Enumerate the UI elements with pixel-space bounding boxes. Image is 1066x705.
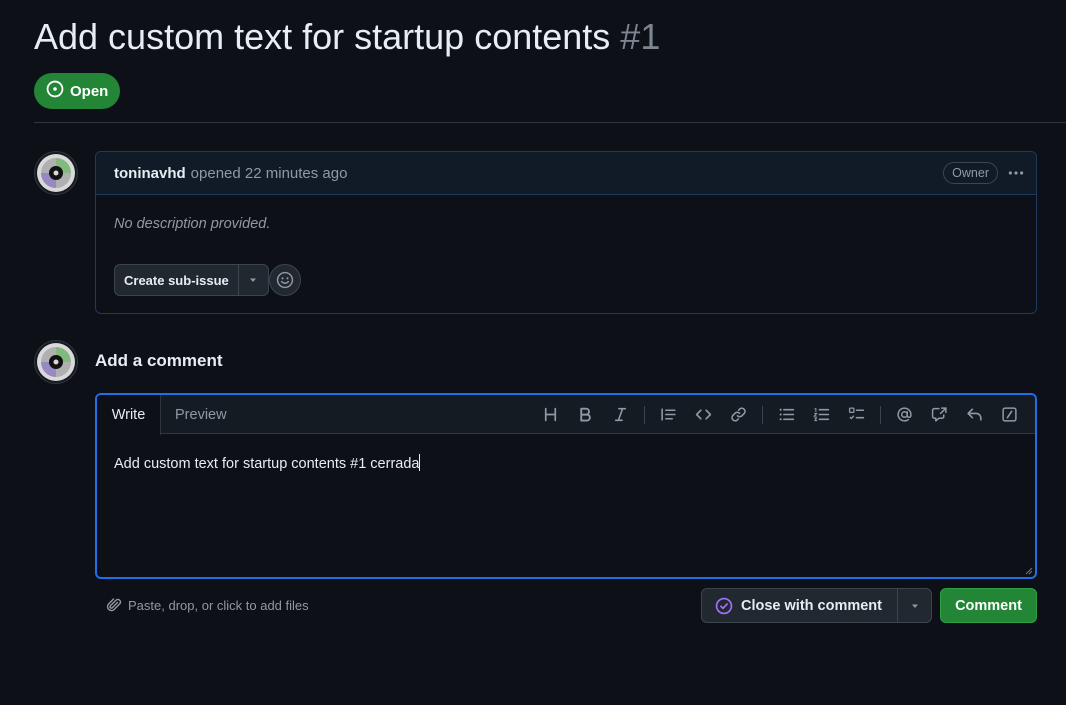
triangle-down-icon	[911, 604, 918, 608]
issue-state-label: Open	[70, 82, 109, 100]
issue-title: Add custom text for startup contents	[34, 16, 611, 57]
italic-icon	[614, 407, 627, 422]
paperclip-icon	[106, 598, 122, 612]
attach-files-hint[interactable]: Paste, drop, or click to add files	[106, 597, 309, 613]
close-with-comment-button[interactable]: Close with comment	[702, 589, 898, 622]
comment-textarea[interactable]: Add custom text for startup contents #1 …	[114, 454, 421, 472]
opening-comment: toninavhd opened 22 minutes ago Owner No…	[95, 151, 1037, 314]
heading-button[interactable]	[533, 400, 568, 430]
sub-issue-button-group: Create sub-issue	[114, 264, 269, 296]
comment-editor: Write Preview Add custom text for startu…	[95, 393, 1037, 579]
comment-author-link[interactable]: toninavhd	[114, 165, 186, 182]
link-icon	[731, 407, 746, 422]
cross-reference-button[interactable]	[922, 400, 957, 430]
code-icon	[695, 409, 712, 420]
formatting-toolbar	[533, 395, 1027, 434]
issue-opened-icon	[46, 80, 64, 102]
tab-preview[interactable]: Preview	[175, 395, 227, 434]
slash-command-button[interactable]	[992, 400, 1027, 430]
author-avatar[interactable]	[34, 151, 78, 195]
toolbar-separator	[880, 405, 881, 424]
ordered-list-button[interactable]	[804, 400, 839, 430]
triangle-down-icon	[250, 278, 257, 282]
comment-header: toninavhd opened 22 minutes ago	[96, 152, 1036, 195]
toolbar-separator	[644, 405, 645, 424]
disc-avatar-icon	[37, 154, 75, 192]
owner-badge: Owner	[943, 162, 998, 184]
comment-timestamp[interactable]: opened 22 minutes ago	[191, 165, 348, 182]
add-reaction-button[interactable]	[269, 264, 301, 296]
kebab-horizontal-icon	[1008, 171, 1024, 175]
mention-icon	[897, 407, 912, 422]
ordered-list-icon	[813, 408, 830, 422]
code-button[interactable]	[686, 400, 721, 430]
add-comment-heading: Add a comment	[95, 351, 223, 370]
quote-icon	[661, 408, 676, 421]
reply-icon	[967, 408, 982, 421]
attach-files-label: Paste, drop, or click to add files	[128, 597, 309, 613]
current-user-avatar[interactable]	[34, 340, 78, 384]
submit-comment-button[interactable]: Comment	[940, 588, 1037, 623]
tab-write[interactable]: Write	[97, 395, 161, 435]
issue-title-row: Add custom text for startup contents #1	[34, 14, 660, 60]
mention-button[interactable]	[887, 400, 922, 430]
resize-grip-icon[interactable]	[1023, 565, 1033, 575]
text-cursor	[419, 454, 421, 471]
task-list-icon	[848, 407, 865, 420]
italic-button[interactable]	[603, 400, 638, 430]
slash-command-icon	[1002, 407, 1017, 422]
unordered-list-icon	[779, 408, 795, 421]
close-reason-dropdown-button[interactable]	[898, 589, 931, 622]
unordered-list-button[interactable]	[769, 400, 804, 430]
comment-text: Add custom text for startup contents #1 …	[114, 456, 420, 472]
close-with-comment-label: Close with comment	[741, 597, 882, 614]
close-issue-button-group: Close with comment	[701, 588, 932, 623]
header-divider	[34, 122, 1066, 123]
task-list-button[interactable]	[839, 400, 874, 430]
sub-issue-dropdown-button[interactable]	[239, 265, 268, 295]
create-sub-issue-button[interactable]: Create sub-issue	[115, 265, 239, 295]
issue-state-badge: Open	[34, 73, 120, 109]
quote-button[interactable]	[651, 400, 686, 430]
saved-reply-button[interactable]	[957, 400, 992, 430]
editor-tab-bar: Write Preview	[97, 395, 1035, 435]
comment-body: No description provided.	[114, 216, 271, 232]
toolbar-separator	[762, 405, 763, 424]
link-button[interactable]	[721, 400, 756, 430]
smiley-icon	[276, 271, 294, 289]
comment-options-button[interactable]	[1004, 161, 1028, 185]
issue-number: #1	[620, 16, 661, 57]
disc-avatar-icon	[37, 343, 75, 381]
bold-button[interactable]	[568, 400, 603, 430]
heading-icon	[544, 407, 557, 422]
issue-closed-icon	[715, 597, 733, 614]
bold-icon	[580, 407, 591, 422]
cross-reference-icon	[931, 407, 947, 422]
